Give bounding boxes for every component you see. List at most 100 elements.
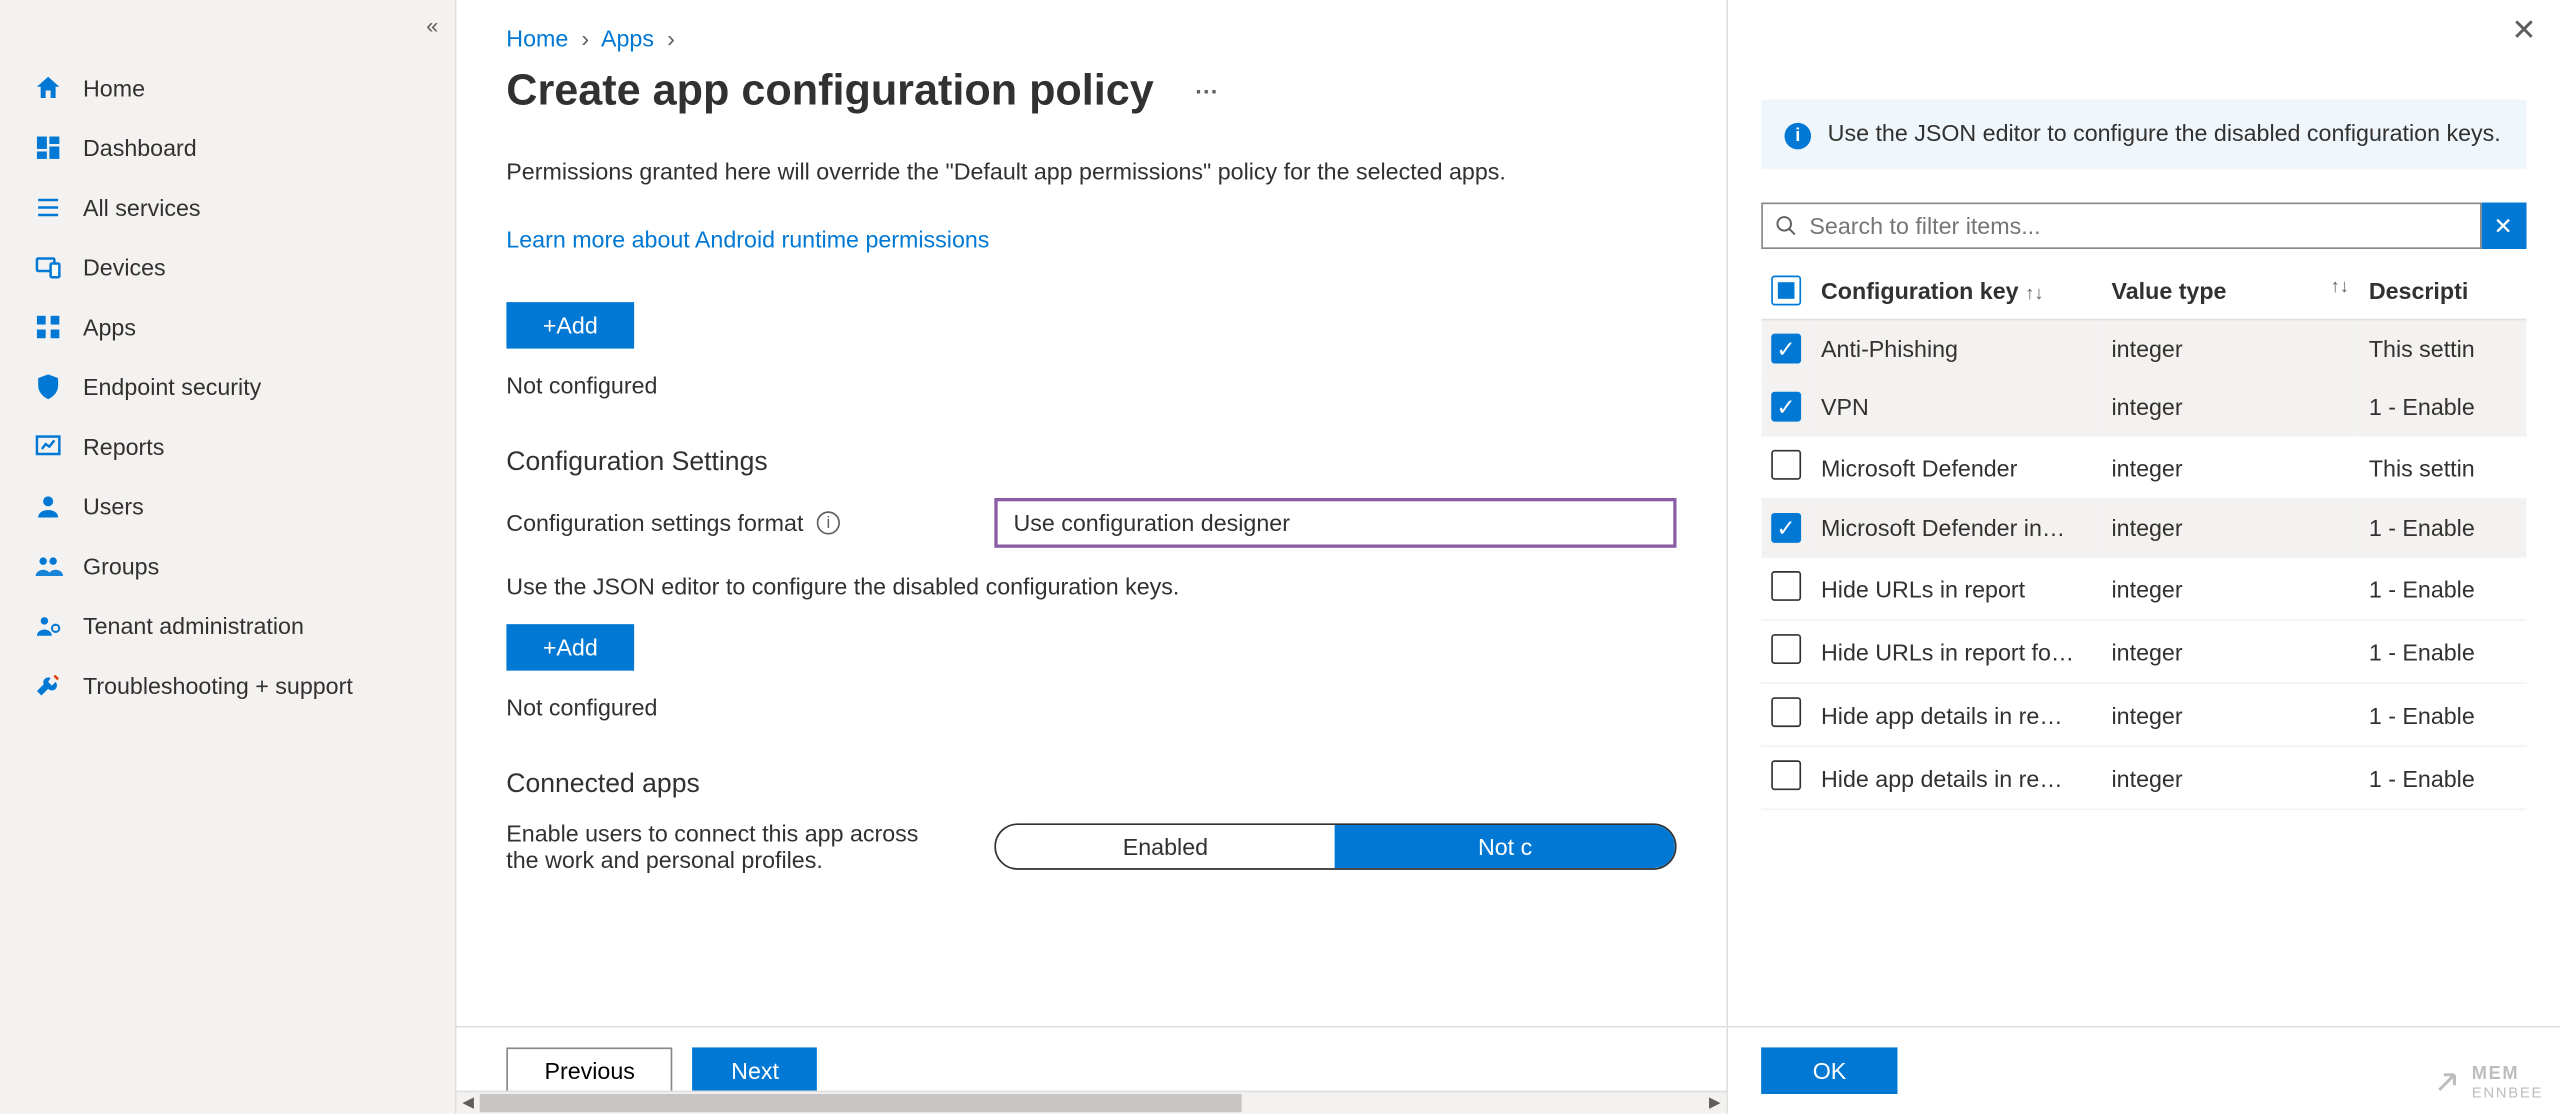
cell-description: 1 - Enable bbox=[2359, 557, 2527, 620]
select-all-checkbox[interactable] bbox=[1771, 276, 1801, 306]
info-icon: i bbox=[1785, 123, 1812, 150]
home-icon bbox=[33, 73, 63, 103]
row-checkbox[interactable] bbox=[1771, 571, 1801, 601]
col-description[interactable]: Descripti bbox=[2359, 262, 2527, 319]
learn-more-link[interactable]: Learn more about Android runtime permiss… bbox=[506, 226, 989, 253]
info-banner-text: Use the JSON editor to configure the dis… bbox=[1828, 120, 2501, 147]
cell-key: Microsoft Defender bbox=[1811, 436, 2102, 499]
sidebar-item-reports[interactable]: Reports bbox=[0, 417, 455, 477]
table-row[interactable]: Hide app details in re…integer1 - Enable bbox=[1761, 683, 2526, 746]
config-settings-heading: Configuration Settings bbox=[506, 448, 1676, 478]
sidebar-item-label: Groups bbox=[83, 553, 159, 580]
connected-apps-heading: Connected apps bbox=[506, 770, 1676, 800]
sidebar-item-label: Reports bbox=[83, 433, 164, 460]
row-checkbox[interactable]: ✓ bbox=[1771, 392, 1801, 422]
sidebar-item-apps[interactable]: Apps bbox=[0, 297, 455, 357]
sidebar-item-users[interactable]: Users bbox=[0, 476, 455, 536]
cell-description: 1 - Enable bbox=[2359, 378, 2527, 436]
table-row[interactable]: Microsoft DefenderintegerThis settin bbox=[1761, 436, 2526, 499]
toggle-not-configured[interactable]: Not c bbox=[1335, 825, 1675, 868]
connected-apps-toggle[interactable]: Enabled Not c bbox=[994, 823, 1677, 869]
col-value-type[interactable]: Value type↑↓ bbox=[2102, 262, 2359, 319]
shield-icon bbox=[33, 372, 63, 402]
config-format-select[interactable]: Use configuration designer bbox=[994, 498, 1677, 548]
breadcrumb-home[interactable]: Home bbox=[506, 25, 568, 52]
sidebar-item-home[interactable]: Home bbox=[0, 58, 455, 118]
json-editor-hint: Use the JSON editor to configure the dis… bbox=[506, 573, 1676, 600]
sidebar-item-tenant-admin[interactable]: Tenant administration bbox=[0, 596, 455, 656]
cell-description: This settin bbox=[2359, 320, 2527, 378]
row-checkbox[interactable] bbox=[1771, 450, 1801, 480]
sidebar-collapse-button[interactable]: « bbox=[426, 13, 438, 38]
sidebar-item-label: Apps bbox=[83, 314, 136, 341]
config-format-label: Configuration settings format i bbox=[506, 510, 993, 537]
cell-key: Hide app details in re… bbox=[1811, 746, 2102, 809]
next-button[interactable]: Next bbox=[693, 1047, 817, 1093]
breadcrumb-apps[interactable]: Apps bbox=[601, 25, 654, 52]
cell-value-type: integer bbox=[2102, 378, 2359, 436]
col-config-key[interactable]: Configuration key↑↓ bbox=[1811, 262, 2102, 319]
scroll-thumb[interactable] bbox=[480, 1094, 1242, 1112]
sidebar-item-devices[interactable]: Devices bbox=[0, 237, 455, 297]
previous-button[interactable]: Previous bbox=[506, 1047, 673, 1093]
wrench-icon bbox=[33, 671, 63, 701]
list-icon bbox=[33, 193, 63, 223]
breadcrumb-separator: › bbox=[581, 25, 589, 52]
table-row[interactable]: ✓Microsoft Defender in…integer1 - Enable bbox=[1761, 499, 2526, 557]
table-row[interactable]: Hide URLs in report fo…integer1 - Enable bbox=[1761, 620, 2526, 683]
row-checkbox[interactable] bbox=[1771, 697, 1801, 727]
table-row[interactable]: Hide URLs in reportinteger1 - Enable bbox=[1761, 557, 2526, 620]
config-status: Not configured bbox=[506, 694, 1676, 721]
table-row[interactable]: ✓ VPNinteger1 - Enable bbox=[1761, 378, 2526, 436]
row-checkbox[interactable]: ✓ bbox=[1771, 513, 1801, 543]
cell-value-type: integer bbox=[2102, 320, 2359, 378]
sidebar-item-endpoint-security[interactable]: Endpoint security bbox=[0, 357, 455, 417]
cell-key: Hide URLs in report bbox=[1811, 557, 2102, 620]
sidebar-item-label: Home bbox=[83, 75, 145, 102]
user-icon bbox=[33, 491, 63, 521]
cell-key: VPN bbox=[1811, 378, 2102, 436]
cell-value-type: integer bbox=[2102, 557, 2359, 620]
sidebar-item-groups[interactable]: Groups bbox=[0, 536, 455, 596]
search-clear-button[interactable]: ✕ bbox=[2480, 203, 2526, 249]
sidebar-item-dashboard[interactable]: Dashboard bbox=[0, 118, 455, 178]
table-row[interactable]: ✓Anti-PhishingintegerThis settin bbox=[1761, 320, 2526, 378]
reports-icon bbox=[33, 432, 63, 462]
watermark: MEM ENNBEE bbox=[2429, 1064, 2544, 1101]
row-checkbox[interactable] bbox=[1771, 760, 1801, 790]
more-actions-button[interactable]: ··· bbox=[1195, 77, 1218, 104]
tenant-icon bbox=[33, 611, 63, 641]
sidebar-item-all-services[interactable]: All services bbox=[0, 178, 455, 238]
cell-key: Microsoft Defender in… bbox=[1811, 499, 2102, 557]
scroll-left-arrow[interactable]: ◀ bbox=[457, 1092, 480, 1114]
add-config-button[interactable]: +Add bbox=[506, 624, 634, 670]
config-keys-panel: ✕ i Use the JSON editor to configure the… bbox=[1726, 0, 2559, 1114]
sidebar-item-label: Users bbox=[83, 493, 144, 520]
cell-description: 1 - Enable bbox=[2359, 620, 2527, 683]
row-checkbox[interactable]: ✓ bbox=[1771, 334, 1801, 364]
cell-key: Hide URLs in report fo… bbox=[1811, 620, 2102, 683]
breadcrumb: Home › Apps › bbox=[506, 25, 1676, 52]
sidebar-item-label: Tenant administration bbox=[83, 613, 304, 640]
sidebar-item-label: All services bbox=[83, 194, 201, 221]
toggle-enabled[interactable]: Enabled bbox=[996, 825, 1336, 868]
ok-button[interactable]: OK bbox=[1761, 1047, 1898, 1093]
scroll-right-arrow[interactable]: ▶ bbox=[1703, 1092, 1726, 1114]
cell-description: 1 - Enable bbox=[2359, 499, 2527, 557]
add-permission-button[interactable]: +Add bbox=[506, 302, 634, 348]
info-icon[interactable]: i bbox=[817, 511, 840, 534]
info-banner: i Use the JSON editor to configure the d… bbox=[1761, 100, 2526, 170]
sidebar-item-label: Dashboard bbox=[83, 134, 197, 161]
permissions-status: Not configured bbox=[506, 372, 1676, 399]
cell-description: 1 - Enable bbox=[2359, 683, 2527, 746]
connected-apps-label: Enable users to connect this app across … bbox=[506, 820, 994, 873]
horizontal-scrollbar[interactable]: ◀ ▶ bbox=[457, 1091, 1727, 1114]
sidebar-item-troubleshooting[interactable]: Troubleshooting + support bbox=[0, 656, 455, 716]
row-checkbox[interactable] bbox=[1771, 634, 1801, 664]
sidebar-item-label: Endpoint security bbox=[83, 374, 261, 401]
dashboard-icon bbox=[33, 133, 63, 163]
close-panel-button[interactable]: ✕ bbox=[2511, 13, 2536, 48]
cell-value-type: integer bbox=[2102, 436, 2359, 499]
search-input[interactable] bbox=[1761, 203, 2481, 249]
table-row[interactable]: Hide app details in re…integer1 - Enable bbox=[1761, 746, 2526, 809]
